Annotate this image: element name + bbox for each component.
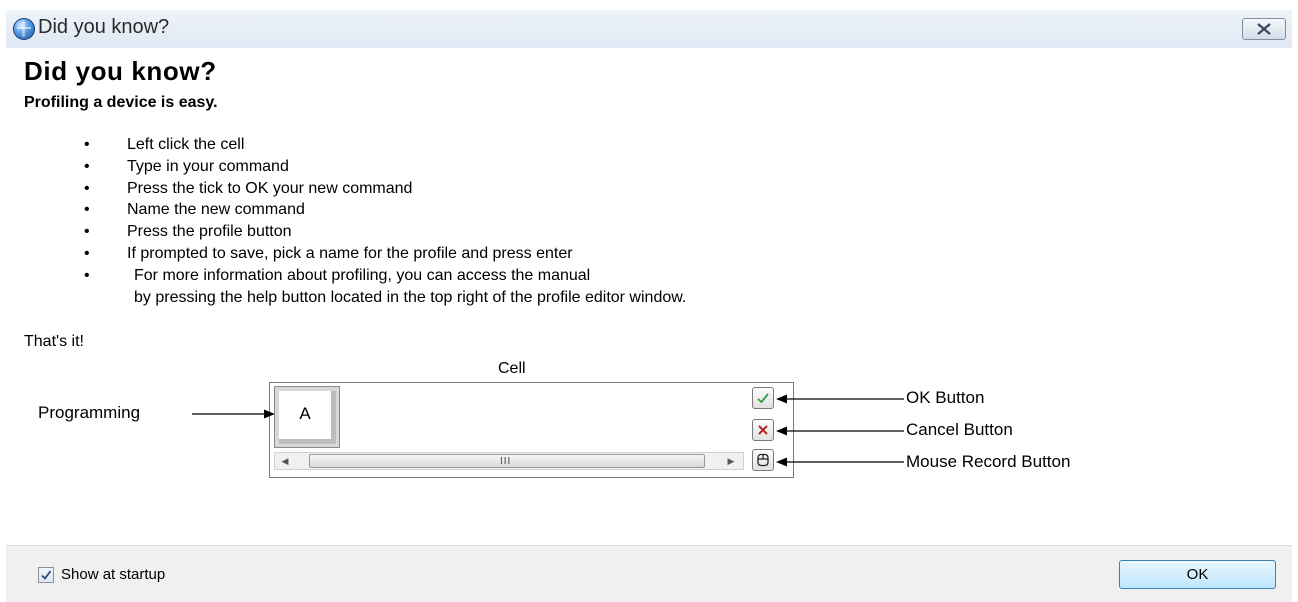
step-text: Press the profile button (127, 223, 292, 241)
bullet: • (84, 244, 90, 262)
programming-arrow (192, 409, 275, 419)
checkmark-icon (41, 570, 52, 580)
globe-icon (13, 18, 35, 40)
step-text: Left click the cell (127, 136, 245, 153)
bullet: • (84, 201, 90, 219)
step-text-continued: by pressing the help button located in t… (134, 288, 687, 306)
list-item: • For more information about profiling, y… (84, 265, 686, 309)
did-you-know-dialog: Did you know? Did you know? Profiling a … (0, 0, 1298, 602)
page-subheading: Profiling a device is easy. (24, 94, 218, 111)
list-item: • Type in your command (84, 156, 686, 178)
step-text: For more information about profiling, yo… (134, 266, 591, 284)
step-text: If prompted to save, pick a name for the… (127, 244, 573, 262)
list-item: • Name the new command (84, 199, 686, 221)
title-bar: Did you know? (6, 10, 1292, 48)
close-button[interactable] (1242, 18, 1286, 40)
list-item: • Press the tick to OK your new command (84, 178, 686, 200)
step-text: Type in your command (127, 157, 289, 175)
window-title: Did you know? (38, 16, 170, 38)
bullet: • (84, 223, 90, 241)
cell-diagram: Cell A ◀ III ▶ Programming OK Button Can… (0, 356, 1298, 486)
closing-text: That's it! (24, 333, 84, 350)
steps-list: • Left click the cell • Type in your comma… (84, 134, 686, 308)
page-heading: Did you know? (24, 56, 217, 86)
callout-arrows (192, 394, 904, 467)
close-icon (1257, 23, 1271, 35)
ok-button[interactable]: OK (1119, 560, 1276, 589)
cancel-button-arrow (776, 426, 904, 436)
dialog-footer: Show at startup OK (6, 545, 1292, 602)
list-item: • If prompted to save, pick a name for th… (84, 243, 686, 265)
step-text: Press the tick to OK your new command (127, 179, 413, 197)
step-text: Name the new command (127, 201, 305, 219)
bullet: • (84, 179, 90, 197)
list-item: • Press the profile button (84, 221, 686, 243)
ok-button-arrow (776, 394, 904, 404)
bullet: • (84, 266, 90, 284)
bullet: • (84, 136, 90, 153)
list-item: • Left click the cell (84, 134, 686, 156)
show-at-startup-checkbox[interactable] (38, 567, 54, 583)
bullet: • (84, 157, 90, 175)
mouse-record-arrow (776, 457, 904, 467)
show-at-startup-label[interactable]: Show at startup (61, 566, 165, 583)
